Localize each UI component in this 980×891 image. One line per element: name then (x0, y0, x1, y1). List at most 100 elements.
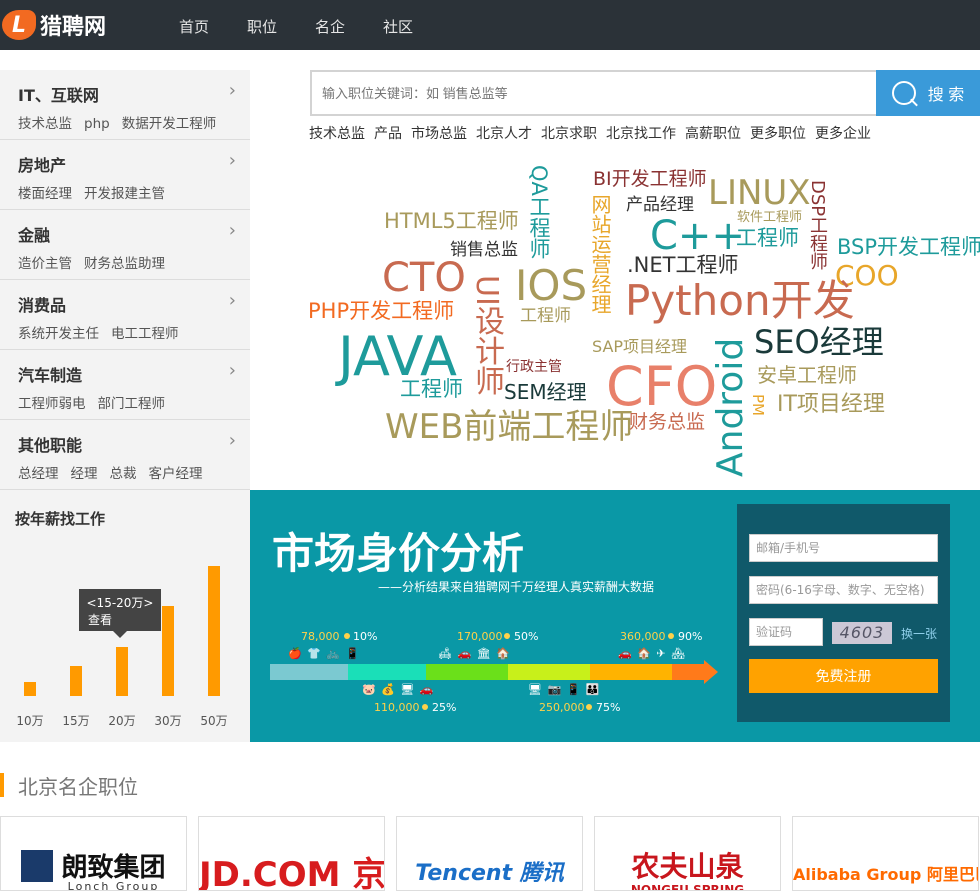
tag-link[interactable]: SEM经理 (504, 382, 587, 402)
category-sidebar: IT、互联网 › 技术总监 php 数据开发工程师 房地产 › 楼面经理 开发报建主管… (0, 70, 250, 490)
subcategory-link[interactable]: 经理 (71, 466, 98, 482)
tag-link[interactable]: HTML5工程师 (384, 211, 519, 232)
market-dot (422, 704, 428, 710)
salary-band-segment (590, 664, 672, 680)
company-card-nongfu[interactable]: 农夫山泉 NONGFU SPRING (594, 816, 781, 891)
category-title: 汽车制造 (18, 366, 83, 385)
tag-link[interactable]: QA工程师 (527, 165, 551, 259)
tag-link[interactable]: BSP开发工程师 (837, 237, 980, 258)
tag-link[interactable]: PM (749, 394, 767, 416)
tag-link[interactable]: IOS (515, 265, 587, 307)
hot-link[interactable]: 更多职位 (750, 126, 806, 142)
nav-jobs[interactable]: 职位 (247, 16, 277, 37)
tag-link[interactable]: JAVA (338, 330, 457, 384)
tag-link[interactable]: SEO经理 (754, 326, 884, 358)
company-name: 农夫山泉 (631, 850, 744, 883)
tag-link[interactable]: IT项目经理 (777, 394, 885, 416)
subcategory-link[interactable]: 电工工程师 (111, 326, 179, 342)
market-title: 市场身价分析 (272, 529, 525, 578)
market-percent: 10% (353, 630, 378, 643)
hot-link[interactable]: 北京找工作 (606, 126, 676, 142)
salary-bar[interactable] (70, 666, 82, 696)
tag-link[interactable]: UI设计师 (469, 275, 504, 396)
subcategory-link[interactable]: 财务总监助理 (84, 256, 165, 272)
subcategory-link[interactable]: 总经理 (18, 466, 59, 482)
market-value: 360,000 (620, 630, 666, 643)
site-logo[interactable]: L 猎聘网 (2, 9, 106, 41)
tag-link[interactable]: 财务总监 (629, 413, 705, 432)
nav-companies[interactable]: 名企 (315, 16, 345, 37)
company-card-jd[interactable]: JD.COM 京东 (198, 816, 385, 891)
company-card-lonch[interactable]: 朗致集团 Lonch Group (0, 816, 187, 891)
hot-link[interactable]: 技术总监 (309, 126, 365, 142)
company-card-tencent[interactable]: Tencent 腾讯 (396, 816, 583, 891)
tag-link[interactable]: PHP开发工程师 (308, 301, 454, 322)
tag-link[interactable]: 工程师 (736, 228, 799, 249)
hot-link[interactable]: 更多企业 (815, 126, 871, 142)
tag-link[interactable]: Android (710, 338, 751, 477)
subcategory-link[interactable]: php (84, 116, 110, 132)
subcategory-link[interactable]: 楼面经理 (18, 186, 72, 202)
category-realestate[interactable]: 房地产 › 楼面经理 开发报建主管 (0, 140, 250, 210)
hot-link[interactable]: 市场总监 (411, 126, 467, 142)
tag-link[interactable]: 安卓工程师 (757, 365, 857, 385)
tag-link[interactable]: C++ (650, 216, 745, 256)
hot-link[interactable]: 北京人才 (476, 126, 532, 142)
subcategory-link[interactable]: 部门工程师 (98, 396, 166, 412)
subcategory-link[interactable]: 数据开发工程师 (122, 116, 217, 132)
section-accent-bar (0, 773, 4, 797)
category-consumer[interactable]: 消费品 › 系统开发主任 电工工程师 (0, 280, 250, 350)
tag-link[interactable]: 工程师 (520, 308, 571, 325)
salary-bar[interactable] (208, 566, 220, 696)
tag-link[interactable]: 产品经理 (626, 197, 694, 214)
nav-community[interactable]: 社区 (383, 16, 413, 37)
subcategory-link[interactable]: 工程师弱电 (18, 396, 86, 412)
hot-link[interactable]: 产品 (374, 126, 402, 142)
search-input[interactable] (310, 70, 876, 116)
tag-link[interactable]: 软件工程师 (737, 211, 802, 224)
tag-link[interactable]: 工程师 (400, 379, 463, 400)
hot-link[interactable]: 高薪职位 (685, 126, 741, 142)
captcha-field[interactable]: 验证码 (749, 618, 823, 646)
tag-link[interactable]: DSP工程师 (807, 180, 828, 270)
password-field[interactable]: 密码(6-16字母、数字、无空格) (749, 576, 938, 604)
category-it[interactable]: IT、互联网 › 技术总监 php 数据开发工程师 (0, 70, 250, 140)
tooltip-view-link[interactable]: 查看 (79, 611, 161, 628)
salary-bar[interactable] (116, 647, 128, 696)
subcategory-link[interactable]: 技术总监 (18, 116, 72, 132)
register-form: 邮箱/手机号 密码(6-16字母、数字、无空格) 验证码 4603 换一张 免费… (737, 504, 950, 722)
chevron-right-icon: › (228, 220, 236, 241)
subcategory-link[interactable]: 开发报建主管 (84, 186, 165, 202)
salary-bar[interactable] (162, 606, 174, 696)
tag-link[interactable]: SAP项目经理 (592, 339, 687, 355)
category-other[interactable]: 其他职能 › 总经理 经理 总裁 客户经理 (0, 420, 250, 490)
tag-link[interactable]: 网站运营经理 (588, 194, 612, 314)
search-button[interactable]: 搜 索 (876, 70, 980, 116)
category-finance[interactable]: 金融 › 造价主管 财务总监助理 (0, 210, 250, 280)
subcategory-link[interactable]: 系统开发主任 (18, 326, 99, 342)
category-auto[interactable]: 汽车制造 › 工程师弱电 部门工程师 (0, 350, 250, 420)
logo-mark-icon: L (2, 10, 36, 40)
captcha-refresh-link[interactable]: 换一张 (901, 625, 937, 642)
subcategory-link[interactable]: 总裁 (110, 466, 137, 482)
company-card-alibaba[interactable]: Alibaba Group 阿里巴巴集团 (792, 816, 979, 891)
free-register-button[interactable]: 免费注册 (749, 659, 938, 693)
market-value: 78,000 (301, 630, 340, 643)
subcategory-link[interactable]: 造价主管 (18, 256, 72, 272)
tag-link[interactable]: CTO (382, 258, 466, 298)
tag-link[interactable]: LINUX (708, 176, 811, 210)
tag-link[interactable]: CFO (606, 360, 717, 414)
nav-home[interactable]: 首页 (179, 16, 209, 37)
tag-link[interactable]: WEB前端工程师 (385, 410, 633, 444)
category-title: 房地产 (18, 156, 67, 175)
hot-search-links: 技术总监 产品 市场总监 北京人才 北京求职 北京找工作 高薪职位 更多职位 更多企业 (309, 123, 880, 143)
email-field[interactable]: 邮箱/手机号 (749, 534, 938, 562)
tag-link[interactable]: Python开发 (625, 280, 855, 322)
salary-bar[interactable] (24, 682, 36, 696)
tag-link[interactable]: .NET工程师 (627, 255, 738, 276)
company-name: Tencent 腾讯 (415, 861, 564, 886)
hot-link[interactable]: 北京求职 (541, 126, 597, 142)
tag-link[interactable]: 行政主管 (506, 360, 562, 374)
tag-link[interactable]: BI开发工程师 (593, 170, 707, 189)
subcategory-link[interactable]: 客户经理 (149, 466, 203, 482)
